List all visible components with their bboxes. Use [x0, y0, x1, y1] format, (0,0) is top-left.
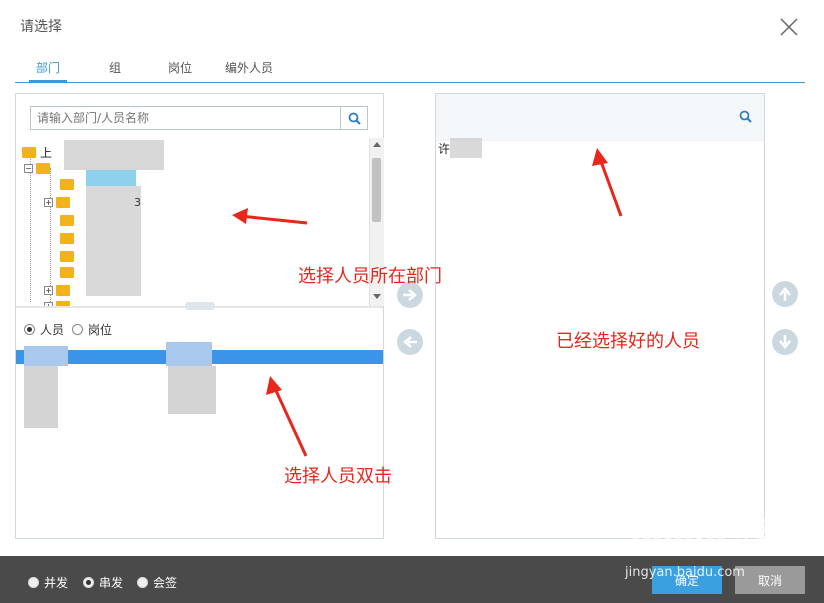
mode-concurrent-label: 并发: [44, 576, 69, 590]
cancel-button[interactable]: 取消: [735, 566, 805, 594]
mode-option-countersign[interactable]: 会签: [137, 574, 177, 591]
radio-concurrent[interactable]: [28, 577, 39, 588]
radio-serial[interactable]: [83, 577, 94, 588]
radio-countersign[interactable]: [137, 577, 148, 588]
watermark-url: jingyan.baidu.com: [625, 565, 745, 580]
mode-countersign-label: 会签: [153, 576, 178, 590]
annotation-select-department: 选择人员所在部门: [298, 266, 442, 287]
annotation-double-click: 选择人员双击: [284, 466, 392, 487]
annotation-selected-people: 已经选择好的人员: [556, 331, 700, 352]
mode-option-serial[interactable]: 串发: [83, 574, 123, 591]
baidu-watermark: Baidu经验: [630, 516, 787, 551]
mode-serial-label: 串发: [99, 576, 124, 590]
mode-option-concurrent[interactable]: 并发: [28, 574, 68, 591]
